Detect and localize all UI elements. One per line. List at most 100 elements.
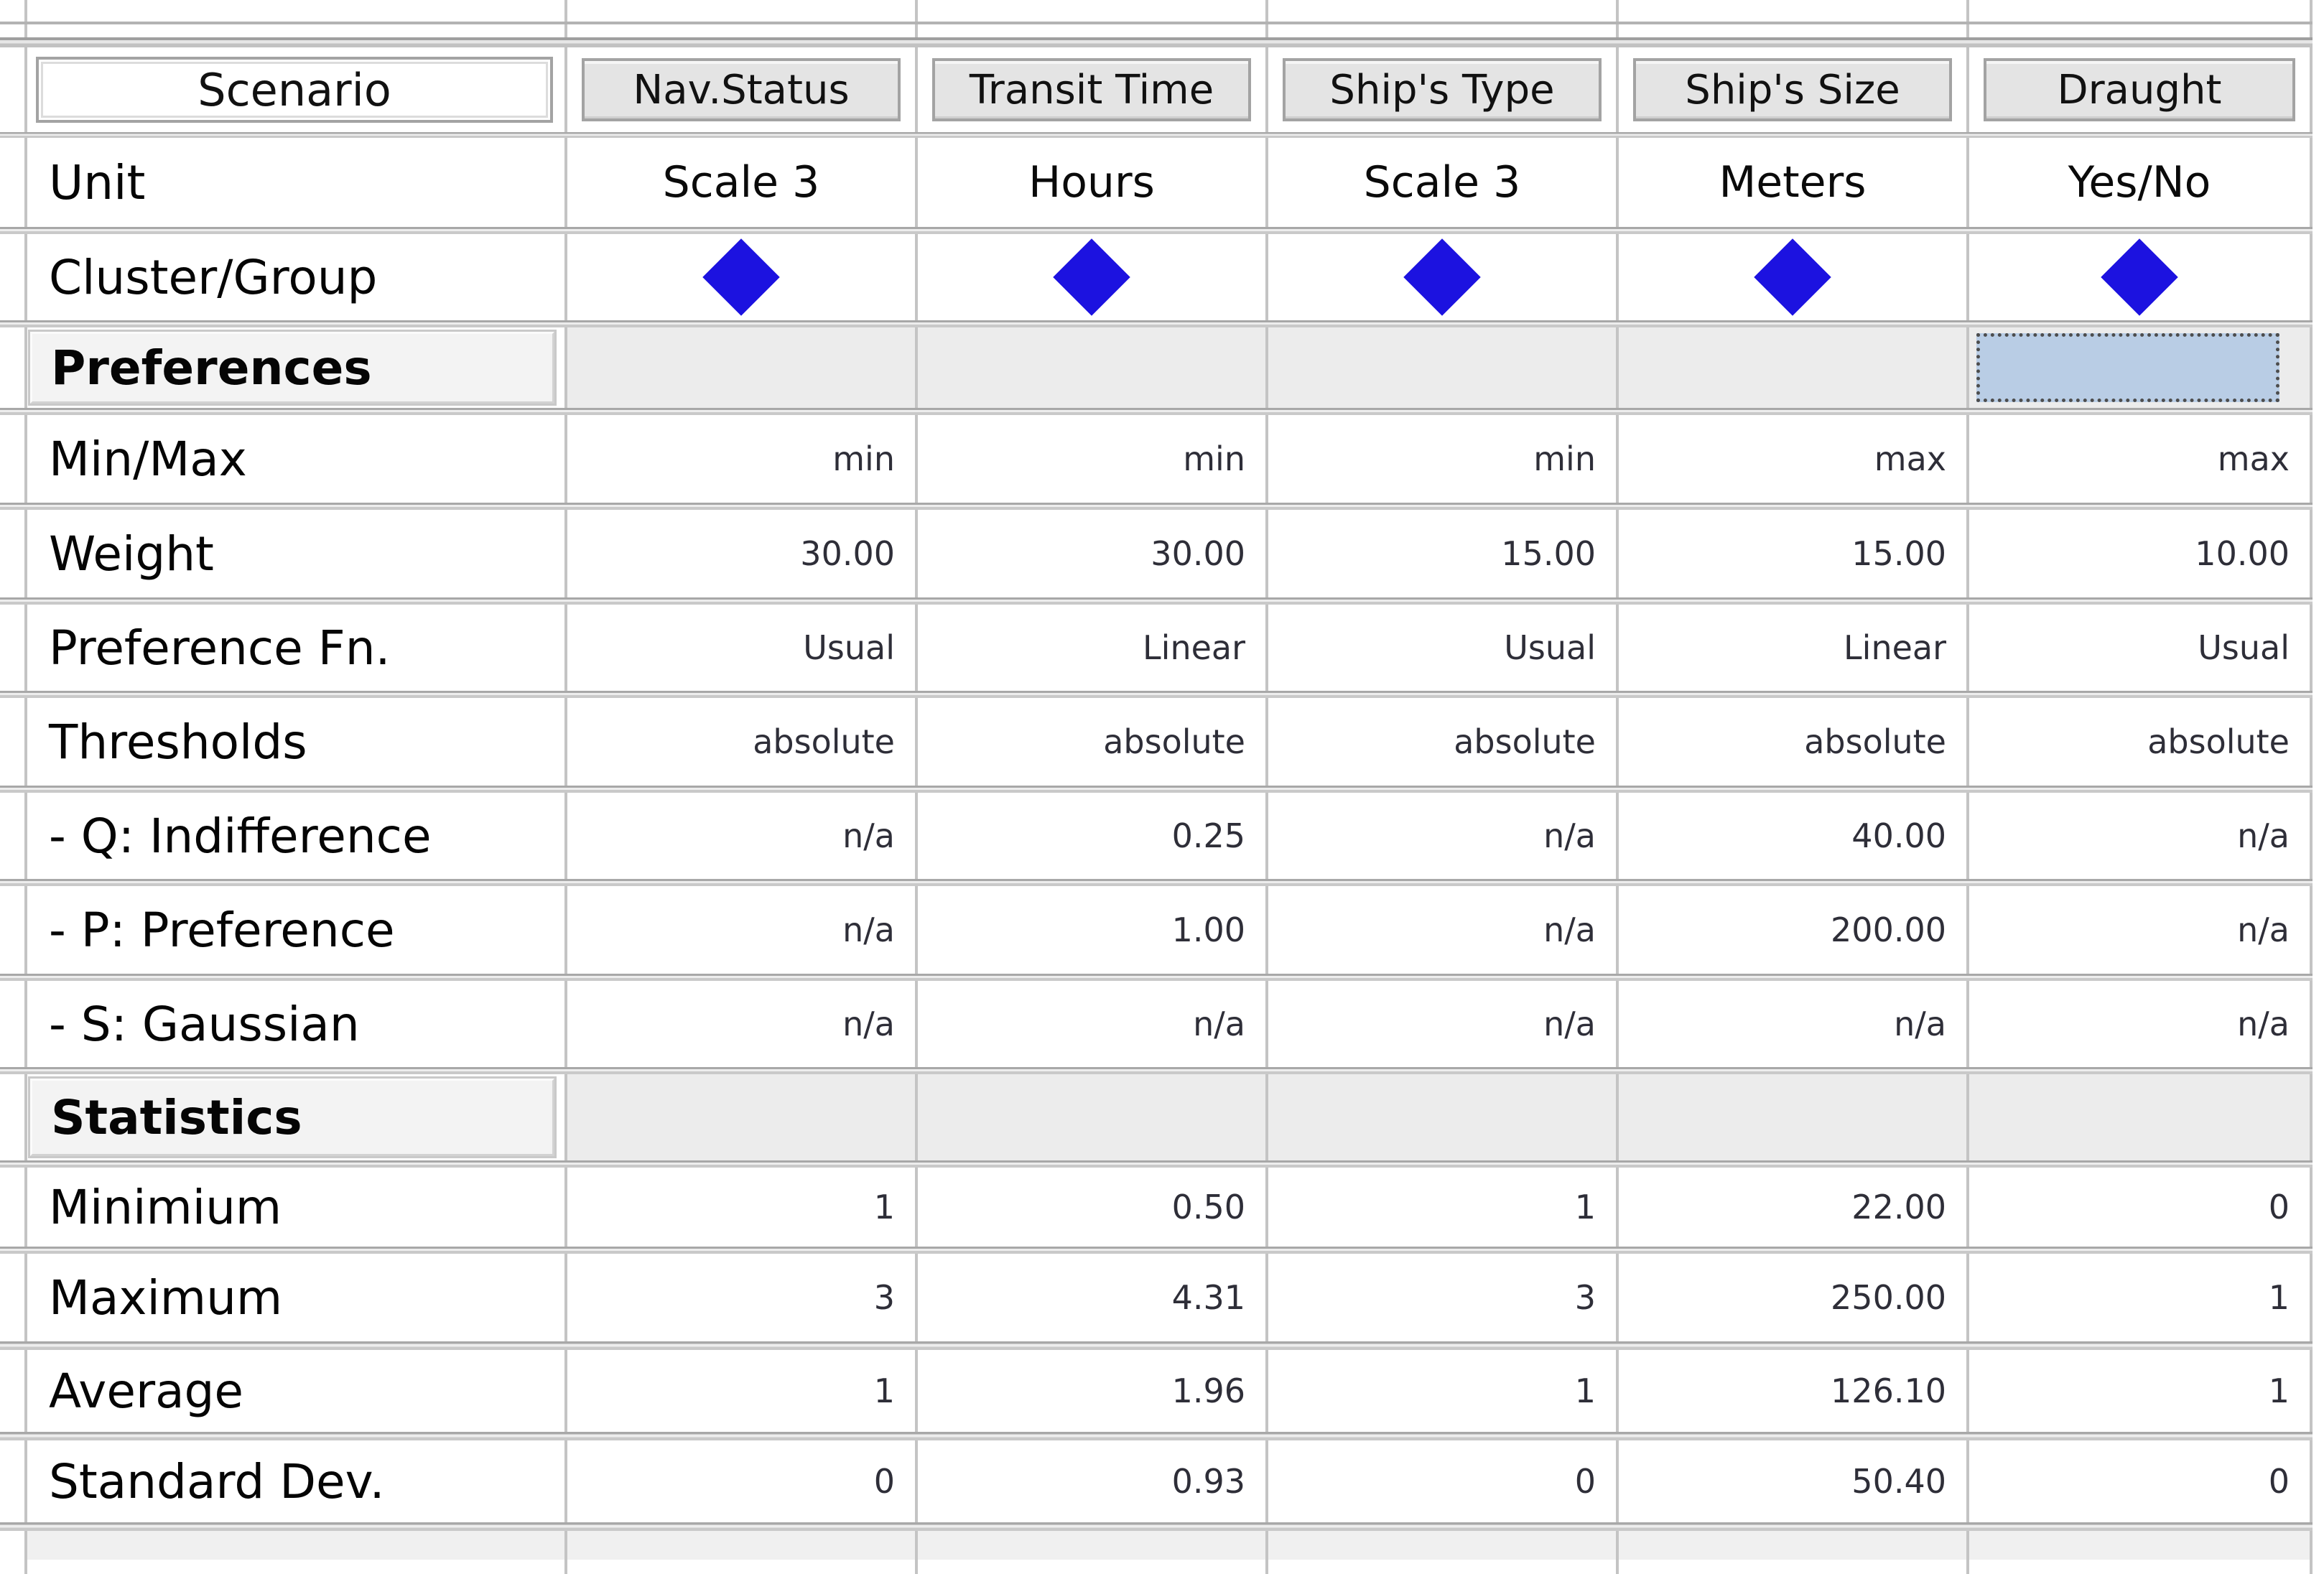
cell-value: n/a [1894, 1005, 1946, 1043]
statistic-value-cell: 0 [1969, 1440, 2313, 1522]
section-band-cell[interactable] [1619, 327, 1969, 408]
cell-value: n/a [2237, 911, 2290, 949]
gutter-cell [0, 510, 27, 597]
cell-value: 1 [874, 1372, 895, 1410]
row-label-cell: Average [27, 1350, 567, 1432]
preference-value-cell[interactable]: absolute [1969, 698, 2313, 786]
cell-value: n/a [1543, 1005, 1596, 1043]
section-band-cell[interactable] [918, 327, 1268, 408]
row-label: Min/Max [49, 432, 247, 487]
gutter-cell [0, 47, 27, 132]
cell-value: Usual [803, 628, 895, 667]
gutter-cell [0, 1074, 27, 1160]
criterion-header-button[interactable]: Ship's Type [1283, 58, 1602, 121]
partial-row-cell [1268, 24, 1619, 37]
criterion-header-button[interactable]: Transit Time [932, 58, 1251, 121]
selected-cell-highlight[interactable] [1976, 333, 2279, 402]
preference-value-cell[interactable]: max [1969, 415, 2313, 503]
label-column-cell [27, 1531, 567, 1560]
unit-cell[interactable]: Hours [918, 138, 1268, 227]
preference-value-cell[interactable]: min [1268, 415, 1619, 503]
preference-value-cell[interactable]: 1.00 [918, 886, 1268, 974]
section-band-cell[interactable] [1619, 1074, 1969, 1160]
partial-row-cell [1619, 1560, 1969, 1574]
preference-value-cell[interactable]: 200.00 [1619, 886, 1969, 974]
section-header[interactable]: Preferences [30, 332, 554, 404]
preference-value-cell[interactable]: 15.00 [1268, 510, 1619, 597]
preference-value-cell[interactable]: 30.00 [567, 510, 918, 597]
preference-value-cell[interactable]: Linear [918, 605, 1268, 691]
statistic-value-cell: 1 [1969, 1254, 2313, 1341]
preference-value-cell[interactable]: Usual [1268, 605, 1619, 691]
cell-value: 1 [874, 1188, 895, 1226]
preference-value-cell[interactable]: n/a [1619, 981, 1969, 1067]
cell-value: 250.00 [1831, 1278, 1946, 1317]
preference-value-cell[interactable]: 15.00 [1619, 510, 1969, 597]
cluster-diamond-icon[interactable] [1754, 238, 1831, 315]
unit-value: Scale 3 [663, 157, 820, 208]
unit-cell[interactable]: Yes/No [1969, 138, 2313, 227]
gutter-cell [0, 0, 27, 22]
row-separator [0, 227, 2313, 234]
criterion-header-button[interactable]: Draught [1984, 58, 2295, 121]
preference-value-cell[interactable]: Usual [567, 605, 918, 691]
preference-value-cell[interactable]: 10.00 [1969, 510, 2313, 597]
section-band-cell[interactable] [918, 1074, 1268, 1160]
preference-value-cell[interactable]: n/a [1969, 793, 2313, 879]
preference-value-cell[interactable]: n/a [567, 793, 918, 879]
preference-value-cell[interactable]: 0.25 [918, 793, 1268, 879]
preference-value-cell[interactable]: max [1619, 415, 1969, 503]
preference-value-cell[interactable]: n/a [1969, 981, 2313, 1067]
preference-value-cell[interactable]: n/a [1268, 981, 1619, 1067]
cluster-diamond-icon[interactable] [1053, 238, 1130, 315]
section-band-cell[interactable] [567, 327, 918, 408]
preference-value-cell[interactable]: min [567, 415, 918, 503]
cell-value: 50.40 [1851, 1462, 1946, 1501]
statistic-value-cell: 1 [567, 1168, 918, 1247]
preference-value-cell[interactable]: min [918, 415, 1268, 503]
preference-value-cell[interactable]: Linear [1619, 605, 1969, 691]
cell-value: absolute [1454, 722, 1596, 761]
partial-row-cell [1969, 24, 2313, 37]
gutter-cell [0, 1168, 27, 1247]
section-band-cell[interactable] [1969, 327, 2313, 408]
criterion-header-button[interactable]: Ship's Size [1633, 58, 1952, 121]
preference-value-cell[interactable]: absolute [567, 698, 918, 786]
preference-value-cell[interactable]: 30.00 [918, 510, 1268, 597]
section-band-cell[interactable] [1268, 1074, 1619, 1160]
criterion-header-button[interactable]: Nav.Status [582, 58, 901, 121]
corner-header-cell: Scenario [27, 47, 567, 132]
preference-value-cell[interactable]: n/a [1969, 886, 2313, 974]
unit-cell[interactable]: Meters [1619, 138, 1969, 227]
cell-value: min [832, 439, 895, 478]
preference-value-cell[interactable]: n/a [918, 981, 1268, 1067]
unit-cell[interactable]: Scale 3 [567, 138, 918, 227]
cluster-diamond-icon[interactable] [2101, 238, 2177, 315]
section-band-cell[interactable] [1969, 1074, 2313, 1160]
cell-value: Usual [2198, 628, 2290, 667]
preference-value-cell[interactable]: n/a [1268, 886, 1619, 974]
section-band-cell[interactable] [1268, 327, 1619, 408]
preference-value-cell[interactable]: absolute [1268, 698, 1619, 786]
cell-value: n/a [1543, 911, 1596, 949]
preference-value-cell[interactable]: 40.00 [1619, 793, 1969, 879]
cell-value: 0 [1575, 1462, 1596, 1501]
cell-value: n/a [2237, 816, 2290, 855]
cluster-diamond-icon[interactable] [1403, 238, 1480, 315]
unit-value: Yes/No [2068, 157, 2211, 208]
partial-row-cell [567, 0, 918, 22]
preference-value-cell[interactable]: Usual [1969, 605, 2313, 691]
cell-value: 4.31 [1172, 1278, 1245, 1317]
row-separator [0, 132, 2313, 138]
cluster-diamond-icon[interactable] [702, 238, 779, 315]
unit-cell[interactable]: Scale 3 [1268, 138, 1619, 227]
section-header[interactable]: Statistics [30, 1079, 554, 1156]
section-band-cell[interactable] [567, 1074, 918, 1160]
cell-value: Linear [1143, 628, 1245, 667]
preference-value-cell[interactable]: n/a [567, 981, 918, 1067]
preference-value-cell[interactable]: absolute [1619, 698, 1969, 786]
scenario-button[interactable]: Scenario [36, 57, 553, 123]
preference-value-cell[interactable]: n/a [1268, 793, 1619, 879]
preference-value-cell[interactable]: absolute [918, 698, 1268, 786]
preference-value-cell[interactable]: n/a [567, 886, 918, 974]
